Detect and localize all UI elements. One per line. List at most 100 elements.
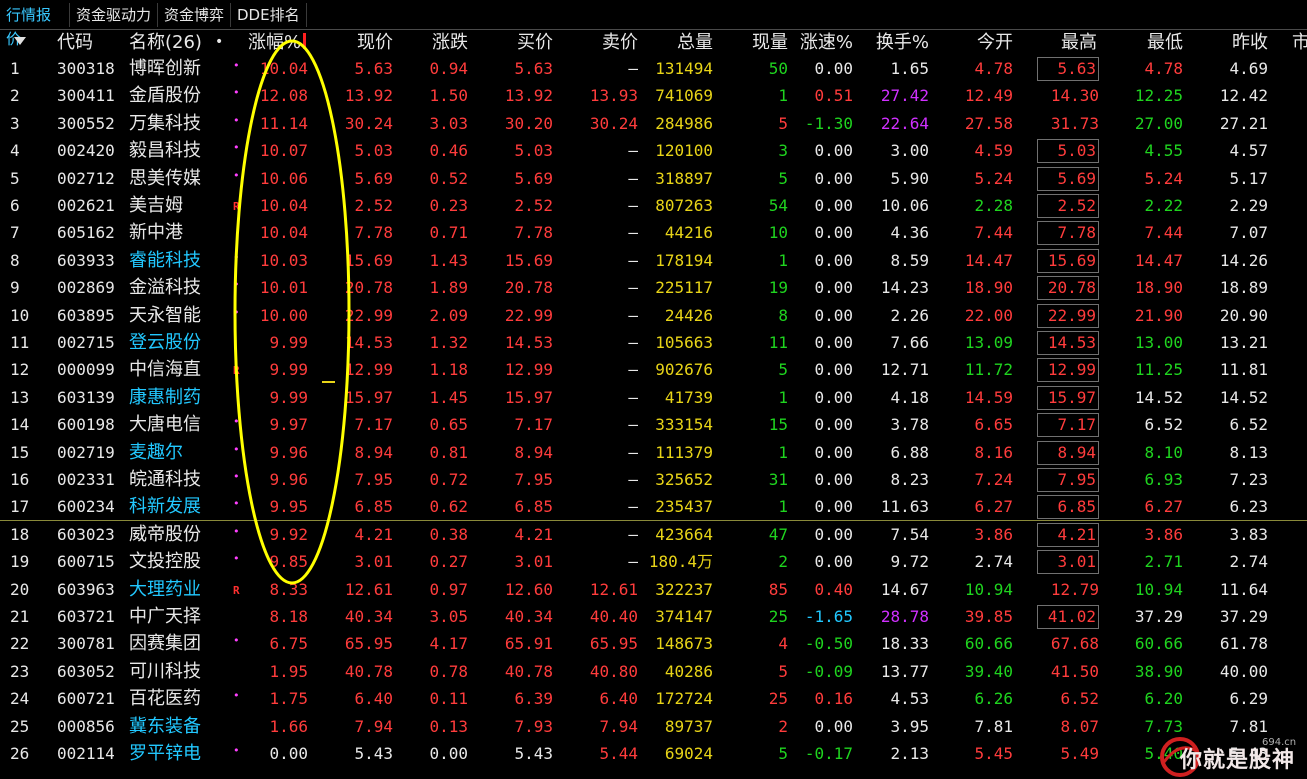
table-row[interactable]: 3 300552 万集科技 • 11.14 30.24 3.03 30.20 30.24 2849… bbox=[0, 110, 1307, 137]
table-row[interactable]: 11 002715 登云股份 9.99 14.53 1.32 14.53 — 105663 11 0… bbox=[0, 329, 1307, 356]
header-cur[interactable]: 现量 bbox=[735, 29, 788, 56]
high-price: 3.01 bbox=[1037, 550, 1099, 575]
table-row[interactable]: 8 603933 睿能科技 • 10.03 15.69 1.43 15.69—178194 1 0… bbox=[0, 247, 1307, 274]
turnover-rate: 6.88 bbox=[890, 442, 929, 462]
row-index: 16 bbox=[10, 470, 30, 489]
header-name[interactable]: 名称(26) bbox=[129, 29, 202, 56]
current-volume: 15 bbox=[768, 415, 788, 435]
header-low[interactable]: 最低 bbox=[1120, 29, 1183, 56]
table-row[interactable]: 18 603023 威帝股份 • 9.92 4.21 0.38 4.21—423664 47 0.… bbox=[0, 521, 1307, 548]
stock-name: 罗平锌电 bbox=[129, 743, 201, 764]
rise-speed: 0.00 bbox=[814, 168, 853, 188]
high-price: 41.02 bbox=[1037, 605, 1099, 629]
table-row[interactable]: 23 603052 可川科技 1.95 40.78 0.78 40.78 40.80 40286… bbox=[0, 658, 1307, 685]
open-price: 14.59 bbox=[964, 387, 1013, 407]
current-price: 3.01 bbox=[354, 552, 393, 572]
header-pct[interactable]: 涨幅% bbox=[248, 29, 301, 56]
total-volume: 148673 bbox=[655, 634, 713, 654]
header-price[interactable]: 现价 bbox=[320, 29, 393, 56]
turnover-rate: 2.26 bbox=[890, 305, 929, 325]
tab-fund-drive[interactable]: 资金驱动力 bbox=[70, 3, 158, 27]
header-sell[interactable]: 卖价 bbox=[565, 29, 638, 56]
bid-price: 6.85 bbox=[514, 497, 553, 517]
open-price: 6.26 bbox=[974, 689, 1013, 709]
table-row[interactable]: 1 300318 博晖创新 • 10.04 5.63 0.94 5.63—131494 50 0.… bbox=[0, 55, 1307, 82]
table-row[interactable]: 10 603895 天永智能 • 10.00 22.99 2.09 22.99—24426 8 0… bbox=[0, 302, 1307, 329]
stock-name: 博晖创新 bbox=[129, 58, 201, 79]
tab-fund-game[interactable]: 资金博弈 bbox=[158, 3, 231, 27]
header-vol[interactable]: 总量 bbox=[645, 29, 713, 56]
table-row[interactable]: 12 000099 中信海直 R 9.99 12.99 1.18 12.99—902676 5 0… bbox=[0, 356, 1307, 383]
ask-price: — bbox=[628, 223, 638, 243]
change-amount: 1.43 bbox=[429, 250, 468, 270]
stock-code: 603895 bbox=[57, 305, 115, 325]
table-row[interactable]: 13 603139 康惠制药 9.99 15.97 1.45 15.97 — 41739 1 0.0… bbox=[0, 384, 1307, 411]
table-row[interactable]: 20 603963 大理药业 R 8.33 12.61 0.97 12.60 12.61 3222… bbox=[0, 576, 1307, 603]
stock-code: 300318 bbox=[57, 59, 115, 78]
prev-close: 7.07 bbox=[1229, 223, 1268, 243]
total-volume: 902676 bbox=[655, 360, 713, 380]
ask-price: — bbox=[628, 59, 638, 78]
table-row[interactable]: 25 000856 冀东装备 1.66 7.94 0.13 7.93 7.94 89737 2 0.… bbox=[0, 713, 1307, 740]
current-price: 2.52 bbox=[354, 196, 393, 215]
prev-close: 12.42 bbox=[1219, 86, 1268, 106]
header-high[interactable]: 最高 bbox=[1037, 29, 1097, 56]
table-row[interactable]: 22 300781 因赛集团 • 6.75 65.95 4.17 65.91 65.95 1486… bbox=[0, 630, 1307, 657]
row-index: 9 bbox=[10, 278, 20, 298]
low-price: 14.52 bbox=[1134, 387, 1183, 407]
total-volume: 180.4万 bbox=[648, 552, 713, 572]
rise-speed: 0.00 bbox=[814, 250, 853, 270]
header-buy[interactable]: 买价 bbox=[480, 29, 553, 56]
tab-quote[interactable]: 行情报价 bbox=[0, 3, 70, 48]
open-price: 6.27 bbox=[974, 497, 1013, 517]
table-row[interactable]: 24 600721 百花医药 • 1.75 6.40 0.11 6.39 6.40 172724 2… bbox=[0, 685, 1307, 712]
change-percent: 12.08 bbox=[259, 86, 308, 106]
row-index: 6 bbox=[10, 196, 20, 215]
tab-dde-rank[interactable]: DDE排名 bbox=[231, 3, 307, 27]
row-index: 20 bbox=[10, 579, 30, 599]
open-price: 10.94 bbox=[964, 579, 1013, 599]
table-row[interactable]: 2 300411 金盾股份 • 12.08 13.92 1.50 13.92 13.93 7410… bbox=[0, 82, 1307, 109]
bid-price: 8.94 bbox=[514, 442, 553, 462]
current-volume: 1 bbox=[778, 387, 788, 407]
turnover-rate: 4.53 bbox=[890, 689, 929, 709]
row-index: 25 bbox=[10, 716, 30, 736]
header-spd[interactable]: 涨速% bbox=[795, 29, 853, 56]
table-row[interactable]: 16 002331 皖通科技 • 9.96 7.95 0.72 7.95—325652 31 0.… bbox=[0, 466, 1307, 493]
open-price: 2.28 bbox=[974, 196, 1013, 215]
current-price: 12.61 bbox=[344, 579, 393, 599]
table-row[interactable]: 7 605162 新中港 10.04 7.78 0.71 7.78 — 44216 10 0.00 4… bbox=[0, 219, 1307, 246]
header-chg[interactable]: 涨跌 bbox=[405, 29, 468, 56]
header-more[interactable]: 市 bbox=[1292, 29, 1307, 56]
stock-name: 天永智能 bbox=[129, 304, 201, 326]
table-row[interactable]: 17 600234 科新发展 • 9.95 6.85 0.62 6.85—235437 1 0.0… bbox=[0, 493, 1307, 520]
table-row[interactable]: 9 002869 金溢科技 • 10.01 20.78 1.89 20.78—225117 19… bbox=[0, 274, 1307, 301]
header-prev[interactable]: 昨收 bbox=[1203, 29, 1268, 56]
table-row[interactable]: 15 002719 麦趣尔 • 9.96 8.94 0.81 8.94—111379 1 0.00… bbox=[0, 439, 1307, 466]
bid-price: 14.53 bbox=[504, 333, 553, 352]
table-row[interactable]: 21 603721 中广天择 8.18 40.34 3.05 40.34 40.40 37414… bbox=[0, 603, 1307, 630]
change-percent: 8.33 bbox=[269, 579, 308, 599]
table-row[interactable]: 4 002420 毅昌科技 • 10.07 5.03 0.46 5.03—120100 3 0.0… bbox=[0, 137, 1307, 164]
change-percent: 8.18 bbox=[269, 607, 308, 626]
table-row[interactable]: 19 600715 文投控股 • 9.85 3.01 0.27 3.01—180.4万 2 0.0… bbox=[0, 548, 1307, 575]
high-price: 8.07 bbox=[1060, 716, 1099, 736]
bid-price: 4.21 bbox=[514, 524, 553, 544]
current-price: 15.69 bbox=[344, 250, 393, 270]
prev-close: 2.74 bbox=[1229, 552, 1268, 572]
table-row[interactable]: 5 002712 思美传媒 • 10.06 5.69 0.52 5.69—318897 5 0.0… bbox=[0, 165, 1307, 192]
rise-speed: -0.50 bbox=[804, 634, 853, 654]
header-turn[interactable]: 换手% bbox=[866, 29, 929, 56]
current-volume: 5 bbox=[778, 113, 788, 133]
current-volume: 3 bbox=[778, 141, 788, 161]
table-row[interactable]: 26 002114 罗平锌电 • 0.00 5.43 0.00 5.43 5.44 69024 5-… bbox=[0, 740, 1307, 767]
header-code[interactable]: 代码 bbox=[57, 29, 93, 56]
header-open[interactable]: 今开 bbox=[950, 29, 1013, 56]
table-row[interactable]: 14 600198 大唐电信 • 9.97 7.17 0.65 7.17—333154 15 0.… bbox=[0, 411, 1307, 438]
total-volume: 284986 bbox=[655, 113, 713, 133]
prev-close: 2.29 bbox=[1229, 196, 1268, 215]
open-price: 12.49 bbox=[964, 86, 1013, 106]
stock-code: 002869 bbox=[57, 278, 115, 298]
table-row[interactable]: 6 002621 美吉姆 R 10.04 2.52 0.23 2.52—807263 54 0.0… bbox=[0, 192, 1307, 219]
rise-speed: 0.40 bbox=[814, 579, 853, 599]
